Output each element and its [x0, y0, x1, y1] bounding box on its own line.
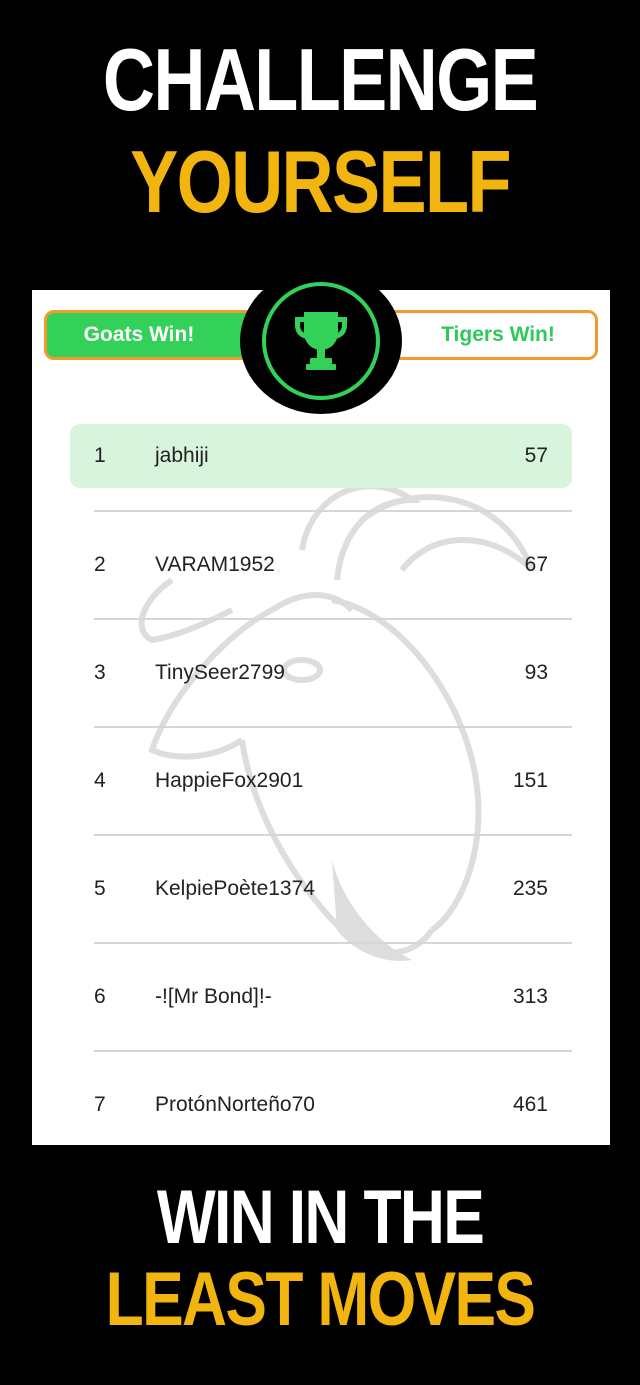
player-name: TinySeer2799	[155, 661, 285, 684]
player-score: 235	[512, 877, 548, 900]
leaderboard-row[interactable]: 5 KelpiePoète1374 235	[70, 836, 572, 942]
leaderboard-row[interactable]: 7 ProtónNorteño70 461	[70, 1052, 572, 1145]
rank-label: 2	[94, 553, 106, 576]
headline-yourself: YOURSELF	[130, 132, 511, 231]
tab-tigers-win-label: Tigers Win!	[441, 323, 555, 346]
tab-goats-win-label: Goats Win!	[83, 323, 195, 346]
rank-label: 7	[94, 1093, 106, 1116]
leaderboard-panel: Goats Win! Tigers Win! 1 jabhiji 57 2 VA…	[32, 290, 610, 1145]
rank-label: 5	[94, 877, 106, 900]
headline-win-in-the: WIN IN THE	[156, 1175, 485, 1260]
leaderboard-list: 1 jabhiji 57 2 VARAM1952 67 3 TinySeer27…	[70, 424, 572, 1145]
player-name: VARAM1952	[155, 553, 275, 576]
player-name: jabhiji	[155, 444, 209, 467]
player-score: 57	[524, 444, 548, 467]
player-score: 461	[512, 1093, 548, 1116]
leaderboard-row[interactable]: 4 HappieFox2901 151	[70, 728, 572, 834]
leaderboard-row[interactable]: 2 VARAM1952 67	[70, 512, 572, 618]
player-name: ProtónNorteño70	[155, 1093, 315, 1116]
trophy-icon	[295, 312, 347, 370]
player-name: HappieFox2901	[155, 769, 304, 792]
rank-label: 1	[94, 444, 106, 467]
trophy-badge	[240, 268, 402, 414]
rank-label: 3	[94, 661, 106, 684]
rank-label: 4	[94, 769, 106, 792]
player-score: 93	[524, 661, 548, 684]
player-score: 151	[512, 769, 548, 792]
player-name: KelpiePoète1374	[155, 877, 315, 900]
player-score: 67	[524, 553, 548, 576]
leaderboard-row[interactable]: 3 TinySeer2799 93	[70, 620, 572, 726]
leaderboard-row[interactable]: 1 jabhiji 57	[70, 424, 572, 488]
headline-least-moves: LEAST MOVES	[105, 1257, 536, 1342]
player-name: -![Mr Bond]!-	[155, 985, 272, 1008]
player-score: 313	[512, 985, 548, 1008]
trophy-ring	[262, 282, 380, 400]
rank-label: 6	[94, 985, 106, 1008]
leaderboard-row[interactable]: 6 -![Mr Bond]!- 313	[70, 944, 572, 1050]
headline-challenge: CHALLENGE	[102, 30, 539, 129]
